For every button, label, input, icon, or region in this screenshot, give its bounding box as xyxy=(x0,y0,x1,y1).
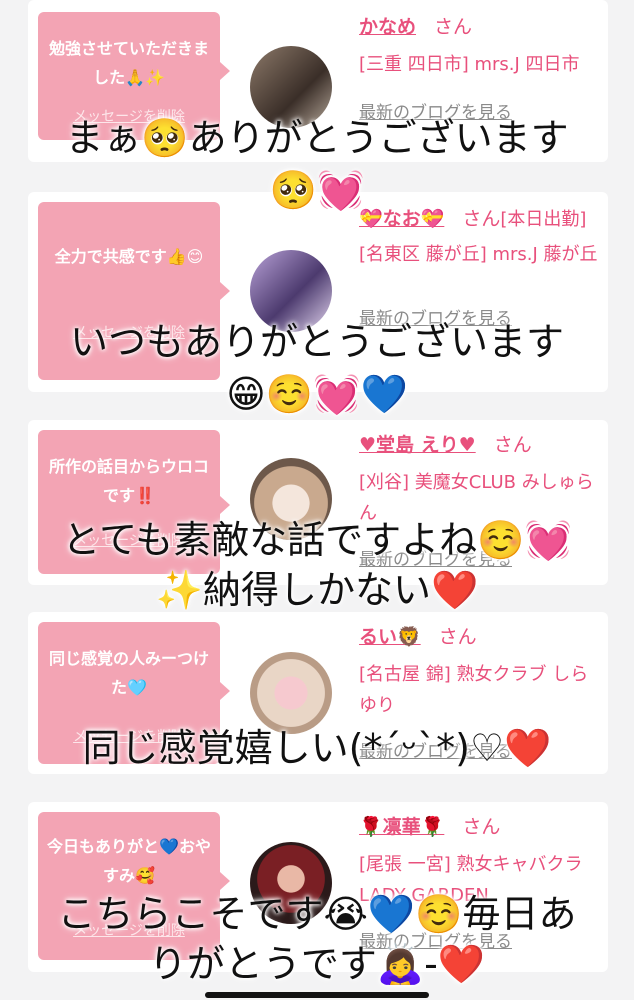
overlay-caption: ✨納得しかない❤️ xyxy=(155,568,479,612)
sender-info: かなめ さん [三重 四日市] mrs.J 四日市 最新のブログを見る xyxy=(359,12,604,123)
honorific: さん xyxy=(438,626,477,648)
sender-info: 💝なお💝 さん[本日出勤] [名東区 藤が丘] mrs.J 藤が丘 最新のブログを… xyxy=(359,204,604,329)
shop-info: [名古屋 錦] 熟女クラブ しらゆり xyxy=(359,664,589,716)
avatar[interactable] xyxy=(250,652,332,734)
overlay-caption: りがとうです🙇‍♀️-❤️ xyxy=(148,942,486,986)
bubble-tail xyxy=(220,872,230,890)
bubble-tail xyxy=(220,496,230,514)
message-text: 勉強させていただきました🙏✨ xyxy=(48,39,209,87)
sender-name-link[interactable]: かなめ xyxy=(359,16,416,38)
bubble-tail xyxy=(220,282,230,300)
honorific: さん xyxy=(493,434,532,456)
message-text: 全力で共感です👍😊 xyxy=(54,247,204,266)
sender-name-link[interactable]: 🌹凛華🌹 xyxy=(359,816,444,838)
overlay-caption: 🥺💓 xyxy=(269,168,365,212)
overlay-caption: こちらこそです😭💙☺️毎日あ xyxy=(57,892,577,936)
honorific: さん xyxy=(462,816,501,838)
bubble-tail xyxy=(220,62,230,80)
bubble-tail xyxy=(220,682,230,700)
overlay-caption: 同じ感覚嬉しい(*ˊᵕˋ*)♡❤️ xyxy=(82,726,552,770)
honorific: さん xyxy=(434,16,473,38)
shop-info: [三重 四日市] mrs.J 四日市 xyxy=(359,54,580,75)
overlay-caption: 😁☺️💓💙 xyxy=(226,372,408,416)
sender-name-link[interactable]: ♥堂島 えり♥ xyxy=(359,434,476,456)
sender-name-link[interactable]: るい🦁 xyxy=(359,626,421,648)
message-text: 今日もありがと💙おやすみ🥰 xyxy=(47,837,211,885)
shop-info: [名東区 藤が丘] mrs.J 藤が丘 xyxy=(359,244,598,265)
message-text: 同じ感覚の人みーつけた🩵 xyxy=(48,649,209,697)
message-text: 所作の話目からウロコです‼️ xyxy=(48,457,209,505)
overlay-caption: まぁ🥺ありがとうございます xyxy=(65,116,569,160)
home-indicator[interactable] xyxy=(205,992,429,998)
overlay-caption: いつもありがとうございます xyxy=(69,320,564,364)
overlay-caption: とても素敵な話ですよね☺️💓 xyxy=(62,518,572,562)
